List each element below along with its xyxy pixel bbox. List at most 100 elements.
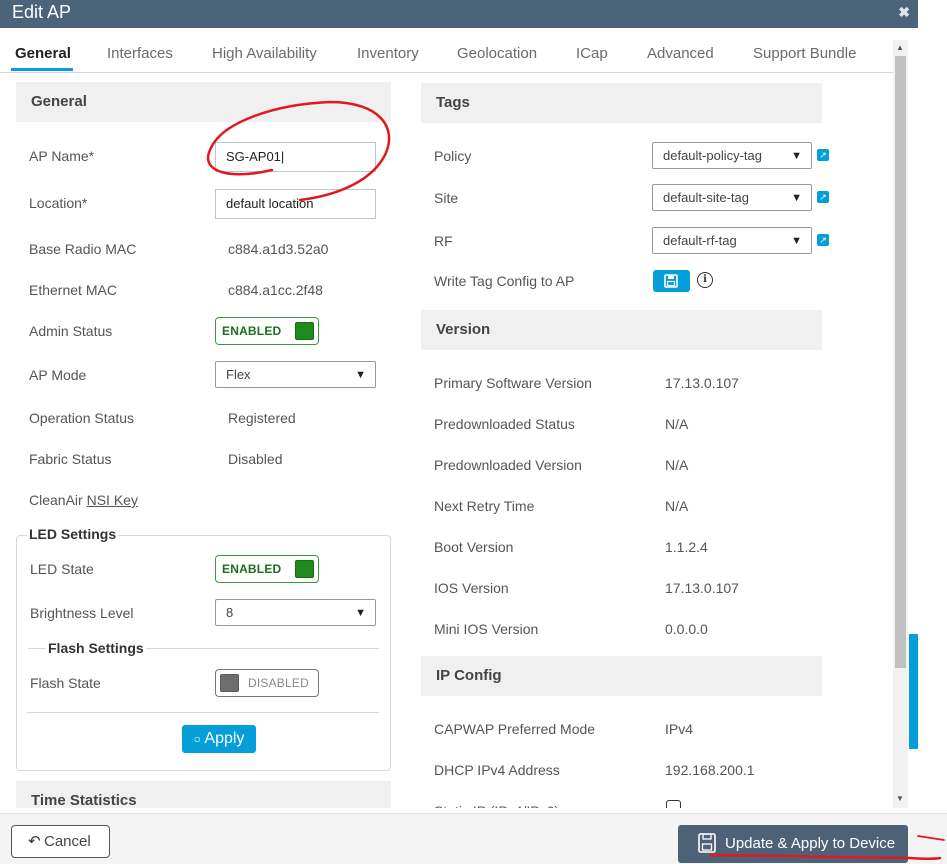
write-tag-save-button[interactable] [653,270,690,292]
external-link-icon[interactable]: ↗ [817,191,829,203]
admin-status-label: Admin Status [29,323,113,339]
active-tab-indicator [11,68,73,71]
cleanair-label: CleanAir NSI Key [29,492,138,508]
fabric-status-label: Fabric Status [29,451,112,467]
dhcp-ipv4-value: 192.168.200.1 [665,762,755,778]
version-row-label: Next Retry Time [434,498,535,514]
version-row-label: Predownloaded Status [434,416,575,432]
vertical-scrollbar[interactable]: ▲ ▼ [893,40,908,808]
undo-icon: ↶ [28,833,41,850]
side-feedback-tab[interactable] [909,634,918,749]
dialog-titlebar: Edit AP ✖ [0,0,918,28]
location-value: default location [226,196,314,211]
cancel-button[interactable]: ↶ Cancel [11,825,110,858]
led-state-toggle[interactable]: ENABLED [215,555,319,583]
chevron-down-icon: ▼ [791,192,802,204]
rf-tag-label: RF [434,233,453,249]
cancel-button-label: Cancel [44,833,91,850]
policy-tag-value: default-policy-tag [663,148,762,163]
ap-name-input[interactable]: SG-AP01| [215,142,376,172]
led-settings-divider [27,712,379,713]
version-row-label: Boot Version [434,539,514,555]
chevron-down-icon: ▼ [355,369,366,381]
write-tag-config-label: Write Tag Config to AP [434,273,575,289]
floppy-disk-icon [664,274,678,288]
general-section-title: General [31,93,87,110]
flash-settings-legend: Flash Settings [46,640,146,656]
dhcp-ipv4-label: DHCP IPv4 Address [434,762,560,778]
dialog-footer: ↶ Cancel Update & Apply to Device [0,813,947,864]
brightness-level-value: 8 [226,605,234,620]
flash-state-toggle-text: DISABLED [248,676,309,690]
capwap-mode-value: IPv4 [665,721,694,737]
led-apply-button[interactable]: ○ Apply [182,725,256,753]
version-row-label: Mini IOS Version [434,621,539,637]
tab-geolocation[interactable]: Geolocation [457,45,537,62]
site-tag-select[interactable]: default-site-tag ▼ [652,184,812,211]
nsi-key-link[interactable]: NSI Key [87,492,138,508]
policy-tag-label: Policy [434,148,472,164]
apply-button-label: Apply [204,730,245,747]
version-row-label: Primary Software Version [434,375,592,391]
admin-status-toggle-text: ENABLED [222,324,282,338]
tab-support-bundle[interactable]: Support Bundle [753,45,856,62]
lightbulb-icon: ○ [193,732,201,746]
info-icon[interactable]: i [697,272,713,288]
version-row-value: 17.13.0.107 [665,580,739,596]
site-tag-value: default-site-tag [663,190,749,205]
base-radio-mac-label: Base Radio MAC [29,241,137,257]
flash-state-label: Flash State [30,675,101,691]
operation-status-value: Registered [228,410,296,426]
tab-bar: General Interfaces High Availability Inv… [0,28,893,73]
scrollbar-thumb[interactable] [895,56,906,668]
version-row-value: 1.1.2.4 [665,539,708,555]
rf-tag-value: default-rf-tag [663,233,737,248]
external-link-icon[interactable]: ↗ [817,149,829,161]
chevron-down-icon: ▼ [355,607,366,619]
location-label: Location* [29,195,88,211]
toggle-knob [220,674,239,692]
led-state-label: LED State [30,561,94,577]
ap-mode-value: Flex [226,367,251,382]
brightness-level-select[interactable]: 8 ▼ [215,599,376,626]
tab-interfaces[interactable]: Interfaces [107,45,173,62]
rf-tag-select[interactable]: default-rf-tag ▼ [652,227,812,254]
version-row-value: N/A [665,416,689,432]
general-section-header: General [16,82,391,122]
location-input[interactable]: default location [215,189,376,219]
chevron-down-icon: ▼ [791,150,802,162]
version-row-value: N/A [665,498,689,514]
version-row-value: 17.13.0.107 [665,375,739,391]
admin-status-toggle[interactable]: ENABLED [215,317,319,345]
external-link-icon[interactable]: ↗ [817,234,829,246]
tab-general[interactable]: General [15,45,71,62]
tab-high-availability[interactable]: High Availability [212,45,317,62]
chevron-down-icon: ▼ [791,235,802,247]
tab-icap[interactable]: ICap [576,45,608,62]
led-settings-legend: LED Settings [27,526,119,542]
scroll-down-icon[interactable]: ▼ [896,794,904,803]
version-row-value: 0.0.0.0 [665,621,708,637]
ap-mode-select[interactable]: Flex ▼ [215,361,376,388]
flash-state-toggle[interactable]: DISABLED [215,669,319,697]
ip-config-section-title: IP Config [436,667,502,684]
update-apply-button-label: Update & Apply to Device [725,835,896,852]
ethernet-mac-value: c884.a1cc.2f48 [228,282,323,298]
base-radio-mac-value: c884.a1d3.52a0 [228,241,329,257]
capwap-mode-label: CAPWAP Preferred Mode [434,721,596,737]
ap-name-label: AP Name* [29,148,95,164]
policy-tag-select[interactable]: default-policy-tag ▼ [652,142,812,169]
ap-name-value: SG-AP01 [226,149,281,164]
toggle-knob [295,322,314,340]
dialog-title: Edit AP [12,2,72,22]
brightness-level-label: Brightness Level [30,605,134,621]
floppy-disk-icon [698,833,716,853]
tags-section-header: Tags [421,83,822,123]
version-row-label: IOS Version [434,580,509,596]
tab-advanced[interactable]: Advanced [647,45,714,62]
update-apply-button[interactable]: Update & Apply to Device [678,825,908,863]
tab-inventory[interactable]: Inventory [357,45,419,62]
ip-config-section-header: IP Config [421,656,822,696]
close-icon[interactable]: ✖ [898,4,910,21]
scroll-up-icon[interactable]: ▲ [896,43,904,52]
